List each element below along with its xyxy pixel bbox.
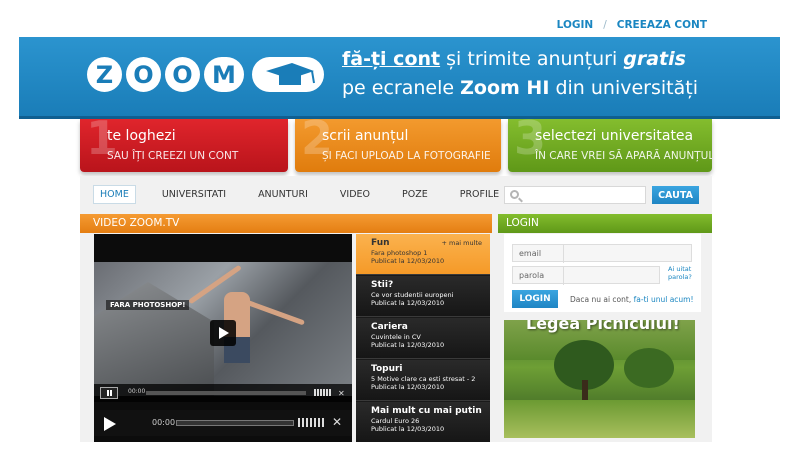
- search-button[interactable]: CAUTA: [652, 186, 699, 204]
- main-nav: HOME UNIVERSITATI ANUNTURI VIDEO POZE PR…: [93, 185, 525, 204]
- nav-profile[interactable]: PROFILE: [454, 186, 505, 203]
- tagline-line2: pe ecranele Zoom HI din universități: [342, 77, 698, 99]
- nav-home[interactable]: HOME: [93, 185, 136, 204]
- login-section-header: LOGIN: [498, 214, 712, 233]
- zoom-logo[interactable]: Z O O M: [87, 57, 324, 92]
- login-button[interactable]: LOGIN: [512, 290, 558, 308]
- step-select-university[interactable]: 3 selectezi universitatea ÎN CARE VREI S…: [508, 119, 712, 172]
- no-account-text: Daca nu ai cont, fa-ti unul acum!: [570, 295, 694, 304]
- video-section-header: VIDEO ZOOM.TV: [80, 214, 492, 233]
- graduation-cap-icon: [252, 57, 324, 92]
- step-write-ad[interactable]: 2 scrii anunțul ȘI FACI UPLOAD LA FOTOGR…: [295, 119, 501, 172]
- pause-icon[interactable]: [100, 387, 118, 399]
- register-link[interactable]: CREEAZA CONT: [617, 19, 707, 31]
- password-field[interactable]: parola: [512, 266, 660, 285]
- volume-icon[interactable]: [298, 418, 324, 427]
- play-icon[interactable]: [210, 320, 236, 346]
- top-links: LOGIN / CREEAZA CONT: [557, 19, 707, 31]
- video-player[interactable]: FARA PHOTOSHOP! 00:00 ✕ 00:00 ✕: [94, 234, 352, 442]
- promo-title: Legea Picnicului!: [526, 320, 680, 333]
- step-subtitle: ȘI FACI UPLOAD LA FOTOGRAFIE: [322, 150, 491, 162]
- fullscreen-icon[interactable]: ✕: [332, 415, 342, 429]
- playlist-item[interactable]: Stii? Ce vor studentii europeni Publicat…: [356, 276, 490, 317]
- nav-poze[interactable]: POZE: [396, 186, 434, 203]
- nav-anunturi[interactable]: ANUNTURI: [252, 186, 314, 203]
- fullscreen-icon[interactable]: ✕: [338, 389, 345, 398]
- playlist-item[interactable]: Mai mult cu mai putin Cardul Euro 26 Pub…: [356, 402, 490, 442]
- login-link[interactable]: LOGIN: [557, 19, 594, 31]
- time-display: 00:00: [128, 388, 146, 395]
- volume-icon[interactable]: [314, 389, 332, 396]
- video-playlist: Fun Fara photoshop 1 Publicat la 12/03/2…: [356, 234, 490, 442]
- playlist-item[interactable]: Fun Fara photoshop 1 Publicat la 12/03/2…: [356, 234, 490, 275]
- nav-universitati[interactable]: UNIVERSITATI: [156, 186, 232, 203]
- video-controls: 00:00 ✕: [94, 410, 352, 436]
- playlist-item[interactable]: Topuri 5 Motive clare ca esti stresat - …: [356, 360, 490, 401]
- tagline-line1: fă-ți cont și trimite anunțuri gratis: [342, 48, 686, 70]
- promo-image[interactable]: Legea Picnicului!: [504, 320, 695, 438]
- step-title: scrii anunțul: [322, 128, 409, 144]
- nav-video[interactable]: VIDEO: [334, 186, 376, 203]
- more-link[interactable]: + mai multe: [441, 239, 482, 247]
- login-form: email parola Ai uitat parola? LOGIN Daca…: [504, 234, 701, 312]
- time-display: 00:00: [152, 418, 176, 427]
- email-field[interactable]: email: [512, 244, 692, 263]
- video-overlay-label: FARA PHOTOSHOP!: [106, 300, 190, 310]
- play-button[interactable]: [104, 417, 116, 431]
- email-label: email: [519, 245, 565, 263]
- seek-bar[interactable]: [146, 391, 306, 395]
- step-subtitle: SAU ÎȚI CREEZI UN CONT: [107, 150, 239, 162]
- password-label: parola: [519, 267, 565, 285]
- search-icon: [510, 190, 519, 199]
- header-banner: Z O O M fă-ți cont și trimite anunțuri g…: [19, 37, 780, 119]
- steps-row: 1 te loghezi SAU ÎȚI CREEZI UN CONT 2 sc…: [80, 119, 712, 176]
- create-account-link[interactable]: fă-ți cont: [342, 48, 440, 70]
- video-controls-overlay: 00:00 ✕: [94, 384, 352, 402]
- seek-bar[interactable]: [176, 420, 294, 426]
- forgot-password-link[interactable]: Ai uitat parola?: [668, 265, 692, 282]
- search-input[interactable]: [504, 186, 646, 204]
- main-panel: HOME UNIVERSITATI ANUNTURI VIDEO POZE PR…: [80, 176, 712, 442]
- step-title: te loghezi: [107, 128, 176, 144]
- create-account-link[interactable]: fa-ti unul acum!: [634, 295, 694, 304]
- step-subtitle: ÎN CARE VREI SĂ APARĂ ANUNȚUL: [535, 150, 712, 162]
- playlist-item[interactable]: Cariera Cuvintele in CV Publicat la 12/0…: [356, 318, 490, 359]
- step-title: selectezi universitatea: [535, 128, 694, 144]
- page: LOGIN / CREEAZA CONT Z O O M fă-ți cont …: [0, 0, 800, 458]
- step-login[interactable]: 1 te loghezi SAU ÎȚI CREEZI UN CONT: [80, 119, 288, 172]
- link-separator: /: [603, 19, 607, 31]
